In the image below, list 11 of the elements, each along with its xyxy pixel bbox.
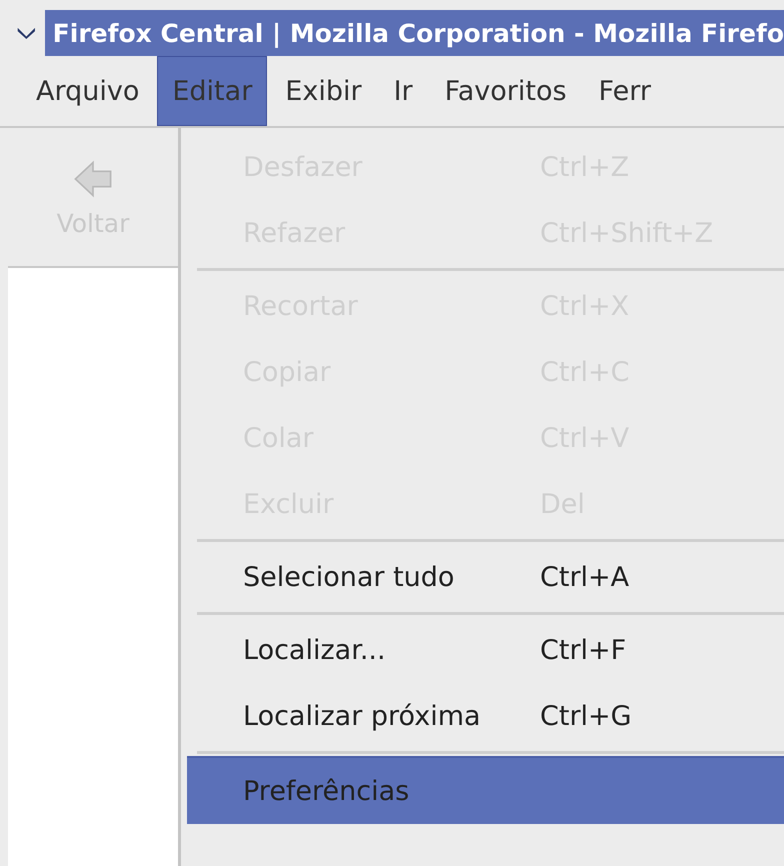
- menu-item[interactable]: Preferências: [187, 756, 784, 824]
- menu-bar-item[interactable]: Editar: [157, 56, 268, 126]
- window-title: Firefox Central | Mozilla Corporation - Mozilla Firefo: [52, 18, 784, 48]
- menu-bar-item[interactable]: Favoritos: [430, 56, 581, 126]
- menu-item[interactable]: Localizar próxima Ctrl+G: [187, 683, 784, 749]
- menu-item[interactable]: Localizar... Ctrl+F: [187, 617, 784, 683]
- menu-item[interactable]: Selecionar tudo Ctrl+A: [187, 544, 784, 610]
- menu-bar-item[interactable]: Ir: [380, 56, 427, 126]
- menu-bar-item[interactable]: Ferr: [584, 56, 665, 126]
- menu-bar-item[interactable]: Arquivo: [22, 56, 154, 126]
- menu-bar-item[interactable]: Exibir: [271, 56, 376, 126]
